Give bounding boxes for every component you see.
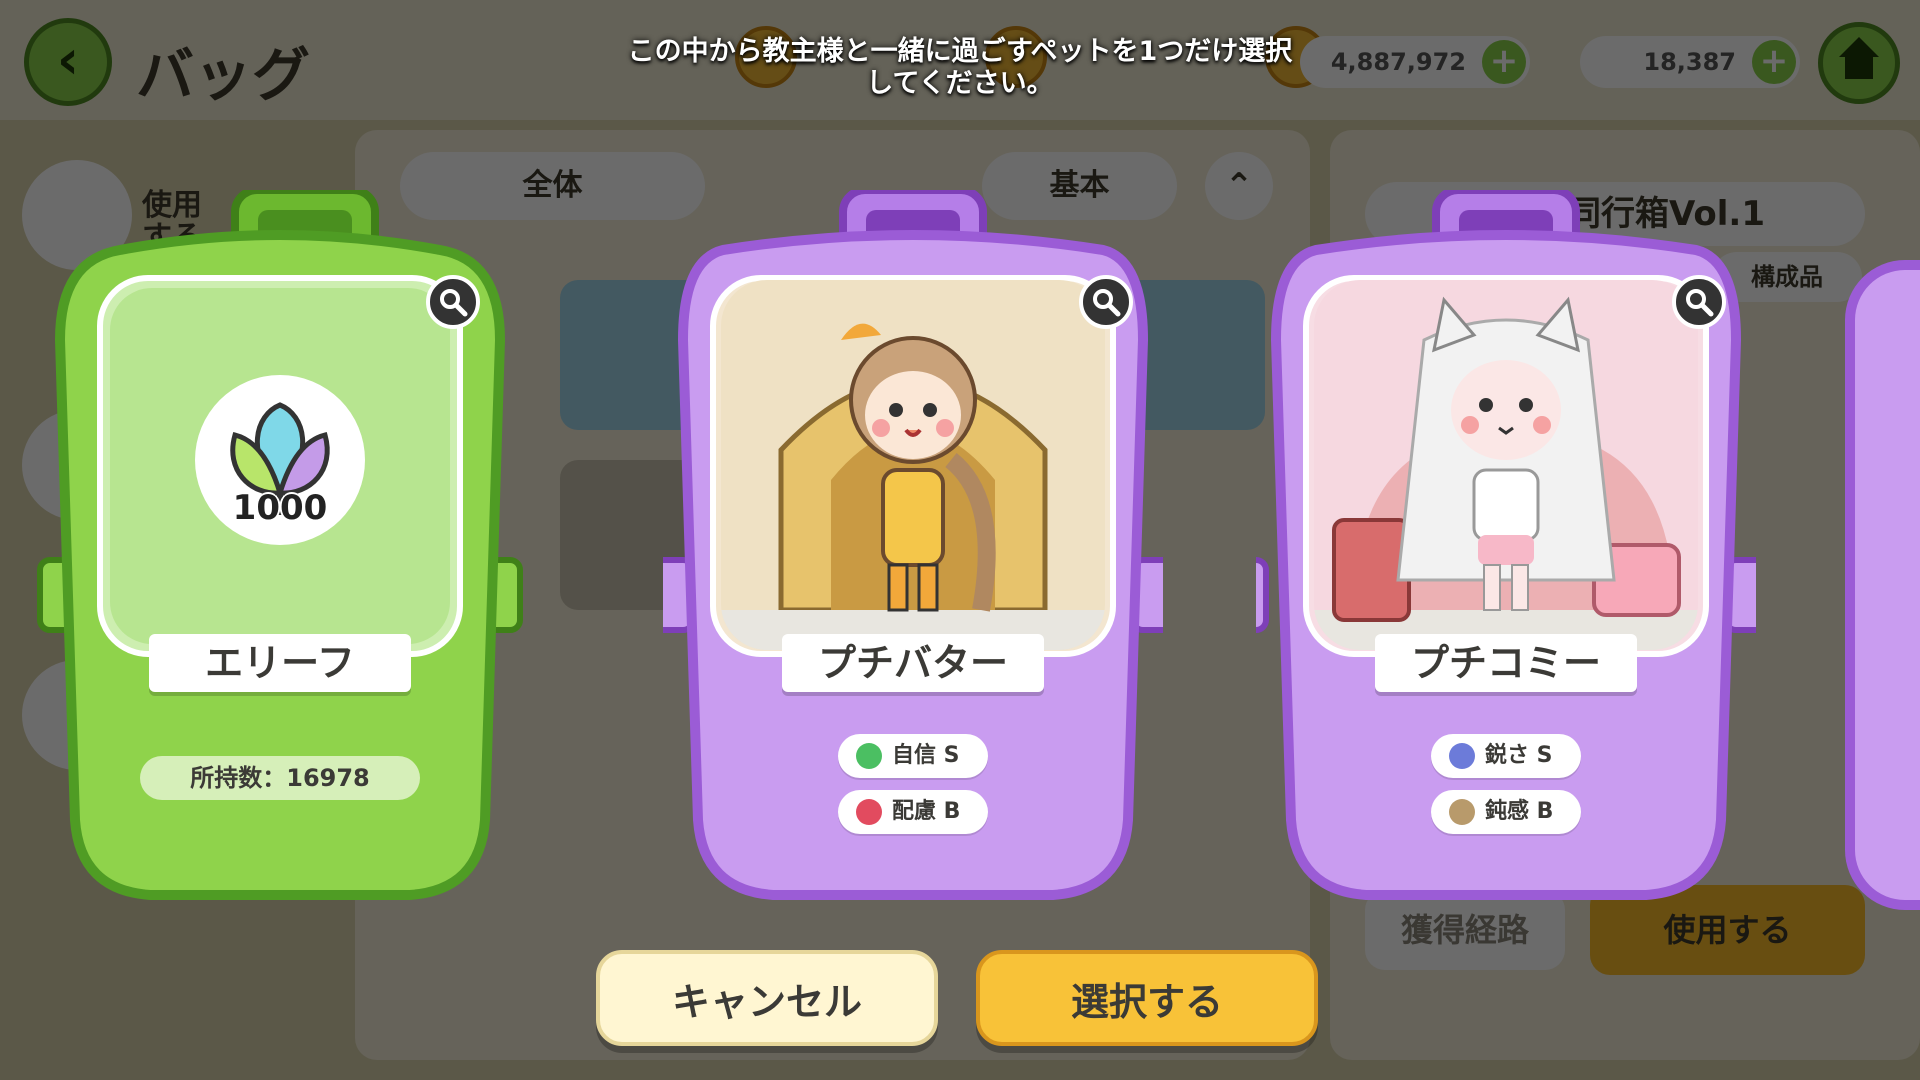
petit-comy-illustration xyxy=(1314,280,1698,650)
heart-icon xyxy=(856,799,882,825)
add-gold-button[interactable]: + xyxy=(1482,40,1526,84)
sparkle-icon xyxy=(1449,743,1475,769)
magnify-button[interactable] xyxy=(426,275,480,329)
pet-name: プチコミー xyxy=(1375,634,1637,692)
screen-title: バッグ xyxy=(136,41,311,109)
pet-name: プチバター xyxy=(782,634,1044,692)
home-button[interactable] xyxy=(1818,22,1900,104)
currency-petal: 18,387 + xyxy=(1580,36,1800,88)
pet-name: エリーフ xyxy=(149,634,411,692)
item-display-window: 1000 xyxy=(105,280,455,650)
pet-display-window xyxy=(1314,280,1698,650)
pet-card-partial[interactable] xyxy=(1845,260,1920,910)
search-icon xyxy=(1686,289,1714,317)
magnify-button[interactable] xyxy=(1079,275,1133,329)
cancel-button[interactable]: キャンセル xyxy=(596,950,938,1046)
petit-butter-illustration xyxy=(721,280,1105,650)
trait-badge: 自信 S xyxy=(838,734,988,778)
trait-badge: 鋭さ S xyxy=(1431,734,1581,778)
pet-card-petit-comy[interactable]: プチコミー 鋭さ S 鈍感 B xyxy=(1256,190,1756,910)
search-icon xyxy=(440,289,468,317)
shell-icon xyxy=(1449,799,1475,825)
pet-card-petit-butter[interactable]: プチバター 自信 S 配慮 B xyxy=(663,190,1163,910)
back-button[interactable]: ‹ xyxy=(24,18,112,106)
search-icon xyxy=(1093,289,1121,317)
add-petal-button[interactable]: + xyxy=(1752,40,1796,84)
clover-icon xyxy=(856,743,882,769)
magnify-button[interactable] xyxy=(1672,275,1726,329)
select-button[interactable]: 選択する xyxy=(976,950,1318,1046)
selection-instruction: この中から教主様と一緒に過ごすペットを1つだけ選択 してください。 xyxy=(627,36,1293,99)
pet-display-window xyxy=(721,280,1105,650)
trait-badge: 鈍感 B xyxy=(1431,790,1581,834)
trait-badge: 配慮 B xyxy=(838,790,988,834)
petal-amount: 1000 xyxy=(232,488,328,528)
owned-count: 所持数：16978 xyxy=(140,756,420,800)
currency-gold: 4,887,972 + xyxy=(1300,36,1530,88)
pet-card-eleaf[interactable]: 1000 エリーフ 所持数：16978 xyxy=(30,190,530,910)
